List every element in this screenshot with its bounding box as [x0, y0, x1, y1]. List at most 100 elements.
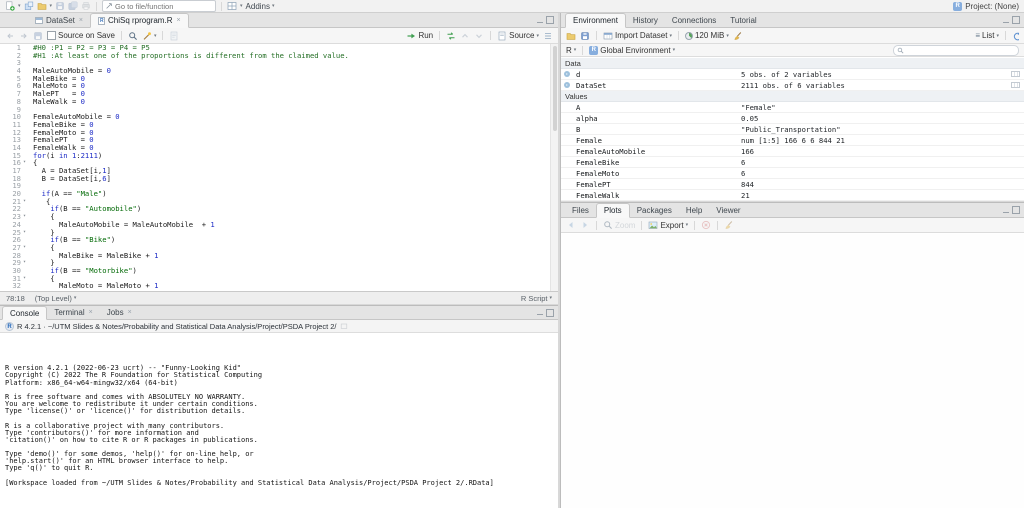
- fold-marker-icon[interactable]: ▾: [21, 198, 28, 206]
- addins-menu[interactable]: Addins▾: [246, 1, 275, 11]
- source-on-save-checkbox[interactable]: Source on Save: [47, 31, 115, 40]
- save-all-icon[interactable]: [68, 1, 78, 11]
- code-line[interactable]: [33, 182, 558, 190]
- fold-marker-icon[interactable]: ▾: [21, 275, 28, 283]
- goto-file-box[interactable]: [102, 0, 216, 12]
- editor-scrollbar[interactable]: [550, 44, 558, 291]
- environment-row[interactable]: FemaleWalk21: [561, 190, 1024, 201]
- minimize-icon[interactable]: [1003, 212, 1009, 213]
- environment-row[interactable]: alpha0.05: [561, 113, 1024, 124]
- code-line[interactable]: FemaleMoto = 0: [33, 129, 558, 137]
- minimize-icon[interactable]: [1003, 22, 1009, 23]
- code-line[interactable]: FemaleAutoMobile = 0: [33, 113, 558, 121]
- tab-chisq-rprogram-r[interactable]: ChiSq rprogram.R×: [90, 13, 189, 28]
- back-icon[interactable]: [5, 31, 15, 41]
- code-line[interactable]: {: [33, 159, 558, 167]
- code-line[interactable]: #H1 :At least one of the proportions is …: [33, 52, 558, 60]
- code-line[interactable]: FemaleWalk = 0: [33, 144, 558, 152]
- code-line[interactable]: FemalePT = 0: [33, 136, 558, 144]
- code-line[interactable]: MaleMoto = MaleMoto + 1: [33, 282, 558, 290]
- code-line[interactable]: for(i in 1:2111): [33, 152, 558, 160]
- view-table-icon[interactable]: [1011, 71, 1020, 77]
- close-icon[interactable]: ×: [128, 309, 132, 316]
- remove-plot-icon[interactable]: [701, 220, 711, 230]
- open-workspace-icon[interactable]: [566, 31, 576, 41]
- environment-selector[interactable]: R Global Environment ▾: [589, 45, 675, 55]
- print-icon[interactable]: [81, 1, 91, 11]
- code-line[interactable]: MalePT = 0: [33, 90, 558, 98]
- run-button[interactable]: Run: [406, 31, 433, 41]
- tab-tutorial[interactable]: Tutorial: [723, 13, 763, 27]
- code-line[interactable]: MaleMoto = 0: [33, 82, 558, 90]
- environment-row[interactable]: B"Public_Transportation": [561, 124, 1024, 135]
- language-selector[interactable]: R▾: [566, 45, 576, 55]
- source-down-icon[interactable]: [474, 31, 484, 41]
- minimize-icon[interactable]: [537, 314, 543, 315]
- tab-jobs[interactable]: Jobs×: [100, 306, 139, 319]
- maximize-icon[interactable]: [1012, 206, 1020, 214]
- environment-row[interactable]: FemaleBike6: [561, 157, 1024, 168]
- environment-row[interactable]: ▸d5 obs. of 2 variables: [561, 69, 1024, 80]
- code-line[interactable]: MaleBike = 0: [33, 75, 558, 83]
- code-line[interactable]: FemaleBike = 0: [33, 121, 558, 129]
- code-editor[interactable]: 12345678910111213141516▾1718192021▾2223▾…: [0, 44, 558, 291]
- code-line[interactable]: MaleBike = MaleBike + 1: [33, 252, 558, 260]
- memory-usage-button[interactable]: 120 MiB ▾: [685, 31, 729, 41]
- fold-marker-icon[interactable]: ▾: [21, 229, 28, 237]
- document-outline-icon[interactable]: [543, 31, 553, 41]
- fold-marker-icon[interactable]: ▾: [21, 259, 28, 267]
- environment-row[interactable]: FemalePT844: [561, 179, 1024, 190]
- zoom-plot-button[interactable]: Zoom: [603, 220, 635, 230]
- close-icon[interactable]: ×: [79, 17, 83, 24]
- code-line[interactable]: if(B == "Automobile"): [33, 205, 558, 213]
- new-file-icon[interactable]: [5, 1, 15, 11]
- environment-row[interactable]: A"Female": [561, 102, 1024, 113]
- import-dataset-button[interactable]: Import Dataset ▾: [603, 31, 672, 41]
- minimize-icon[interactable]: [537, 22, 543, 23]
- save-workspace-icon[interactable]: [580, 31, 590, 41]
- expand-icon[interactable]: ▸: [564, 82, 570, 88]
- code-line[interactable]: B = DataSet[i,6]: [33, 175, 558, 183]
- tab-environment[interactable]: Environment: [565, 13, 626, 28]
- goto-file-input[interactable]: [115, 2, 205, 11]
- environment-search-box[interactable]: [893, 45, 1019, 56]
- maximize-icon[interactable]: [1012, 16, 1020, 24]
- environment-row[interactable]: FemaleMoto6: [561, 168, 1024, 179]
- code-tools-button[interactable]: ▾: [142, 31, 157, 41]
- tab-plots[interactable]: Plots: [596, 203, 630, 218]
- code-line[interactable]: MaleWalk = 0: [33, 98, 558, 106]
- new-project-icon[interactable]: [24, 1, 34, 11]
- close-icon[interactable]: ×: [89, 309, 93, 316]
- fold-marker-icon[interactable]: ▾: [21, 244, 28, 252]
- expand-icon[interactable]: ▸: [564, 71, 570, 77]
- forward-icon[interactable]: [19, 31, 29, 41]
- tab-history[interactable]: History: [626, 13, 665, 27]
- display-mode-button[interactable]: ≡ List ▾: [975, 31, 999, 41]
- source-button[interactable]: Source ▾: [497, 31, 539, 41]
- refresh-icon[interactable]: [1012, 31, 1019, 41]
- clear-environment-icon[interactable]: [733, 31, 743, 41]
- open-file-icon[interactable]: [37, 1, 47, 11]
- project-menu[interactable]: R Project: (None): [953, 2, 1019, 11]
- fold-marker-icon[interactable]: ▾: [21, 159, 28, 167]
- view-table-icon[interactable]: [1011, 82, 1020, 88]
- code-line[interactable]: MaleAutoMobile = 0: [33, 67, 558, 75]
- find-replace-icon[interactable]: [128, 31, 138, 41]
- maximize-icon[interactable]: [546, 16, 554, 24]
- pane-layout-icon[interactable]: [227, 1, 237, 11]
- tab-help[interactable]: Help: [679, 203, 709, 217]
- compile-report-icon[interactable]: [169, 31, 179, 41]
- code-area[interactable]: #H0 :P1 = P2 = P3 = P4 = P5#H1 :At least…: [28, 44, 558, 291]
- code-line[interactable]: A = DataSet[i,1]: [33, 167, 558, 175]
- code-line[interactable]: MaleAutoMobile = MaleAutoMobile + 1: [33, 221, 558, 229]
- tab-viewer[interactable]: Viewer: [709, 203, 747, 217]
- code-line[interactable]: if(B == "Motorbike"): [33, 267, 558, 275]
- close-icon[interactable]: ×: [176, 17, 180, 24]
- tab-connections[interactable]: Connections: [665, 13, 723, 27]
- rerun-icon[interactable]: [446, 31, 456, 41]
- next-plot-icon[interactable]: [580, 220, 590, 230]
- environment-row[interactable]: Femalenum [1:5] 166 6 6 844 21: [561, 135, 1024, 146]
- fold-marker-icon[interactable]: ▾: [21, 213, 28, 221]
- tab-console[interactable]: Console: [2, 306, 47, 320]
- environment-search-input[interactable]: [906, 47, 1006, 54]
